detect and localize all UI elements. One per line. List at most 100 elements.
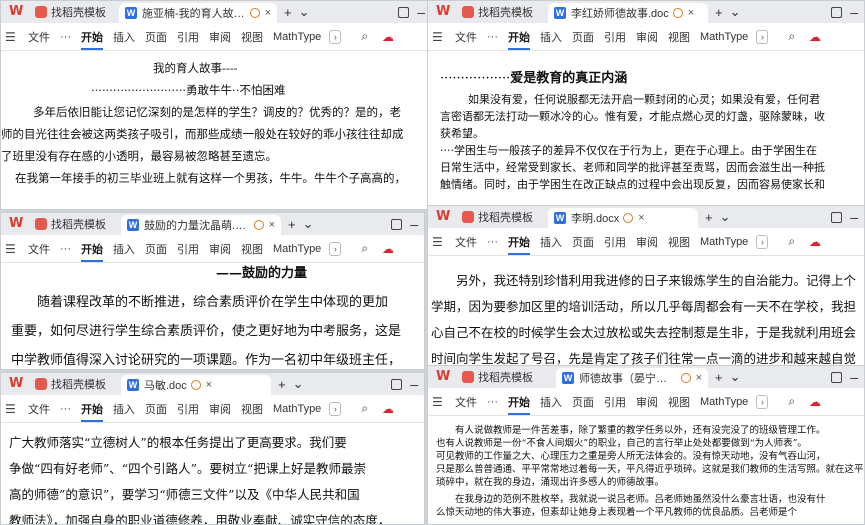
window-mode-icon[interactable]: [831, 6, 843, 18]
close-tab-icon[interactable]: ×: [206, 379, 212, 391]
tab-template[interactable]: 找稻壳模板: [29, 215, 121, 233]
tab-review[interactable]: 审阅: [209, 401, 231, 417]
tab-page[interactable]: 页面: [145, 241, 167, 257]
more-icon[interactable]: ···: [487, 31, 498, 43]
tab-mathtype[interactable]: MathType: [700, 31, 748, 43]
wps-logo-icon[interactable]: W: [436, 5, 452, 19]
tab-document[interactable]: W 马敏.doc ×: [121, 375, 271, 395]
tab-insert[interactable]: 插入: [113, 401, 135, 417]
window-mode-icon[interactable]: [391, 218, 403, 230]
document-page[interactable]: 广大教师落实“立德树人”的根本任务提出了更高要求。我们要 争做“四有好老师”、“…: [1, 424, 424, 524]
tab-home[interactable]: 开始: [508, 394, 530, 415]
tab-view[interactable]: 视图: [668, 29, 690, 45]
chevron-down-icon[interactable]: ⌄: [303, 216, 314, 232]
tab-insert[interactable]: 插入: [113, 241, 135, 257]
search-icon[interactable]: ⌕: [788, 29, 795, 44]
wps-logo-icon[interactable]: W: [436, 370, 452, 384]
cloud-sync-icon[interactable]: ☁: [809, 395, 821, 409]
new-tab-plus-icon[interactable]: +: [284, 5, 292, 20]
more-icon[interactable]: ···: [487, 396, 498, 408]
wps-logo-icon[interactable]: W: [9, 377, 25, 391]
tab-document[interactable]: W 李红娇师德故事.doc ×: [548, 3, 708, 23]
search-icon[interactable]: ⌕: [788, 234, 795, 249]
close-tab-icon[interactable]: ×: [638, 212, 644, 224]
tab-home[interactable]: 开始: [508, 29, 530, 50]
window-mode-icon[interactable]: [391, 378, 403, 390]
minimize-icon[interactable]: –: [410, 216, 418, 232]
tab-template[interactable]: 找稻壳模板: [29, 375, 121, 393]
new-tab-plus-icon[interactable]: +: [715, 5, 723, 20]
search-icon[interactable]: ⌕: [788, 394, 795, 409]
close-tab-icon[interactable]: ×: [269, 219, 275, 231]
wps-logo-icon[interactable]: W: [9, 217, 25, 231]
tab-mathtype[interactable]: MathType: [273, 31, 321, 43]
tab-view[interactable]: 视图: [241, 29, 263, 45]
close-tab-icon[interactable]: ×: [688, 7, 694, 19]
chevron-right-icon[interactable]: ›: [756, 29, 769, 44]
new-tab-plus-icon[interactable]: +: [278, 377, 286, 392]
new-tab-plus-icon[interactable]: +: [715, 370, 723, 385]
tab-home[interactable]: 开始: [508, 234, 530, 255]
tab-document[interactable]: W施亚楠-我的育人故事-...×: [119, 3, 277, 23]
tab-document[interactable]: W 鼓励的力量沈晶萌.docx ×: [121, 215, 281, 235]
menu-icon[interactable]: ☰: [432, 395, 445, 409]
more-icon[interactable]: ···: [487, 236, 498, 248]
menu-icon[interactable]: ☰: [432, 30, 445, 44]
tab-home[interactable]: 开始: [81, 29, 103, 50]
cloud-sync-icon[interactable]: ☁: [382, 30, 394, 44]
tab-review[interactable]: 审阅: [209, 29, 231, 45]
tab-references[interactable]: 引用: [177, 241, 199, 257]
tab-mathtype[interactable]: MathType: [700, 236, 748, 248]
more-icon[interactable]: ···: [60, 243, 71, 255]
tab-insert[interactable]: 插入: [540, 394, 562, 410]
minimize-icon[interactable]: –: [850, 369, 858, 385]
chevron-down-icon[interactable]: ⌄: [293, 376, 304, 392]
chevron-right-icon[interactable]: ›: [329, 241, 342, 256]
window-mode-icon[interactable]: [831, 211, 843, 223]
minimize-icon[interactable]: –: [850, 4, 858, 20]
chevron-right-icon[interactable]: ›: [329, 401, 342, 416]
chevron-down-icon[interactable]: ⌄: [299, 4, 310, 20]
close-tab-icon[interactable]: ×: [696, 372, 702, 384]
chevron-down-icon[interactable]: ⌄: [730, 4, 741, 20]
search-icon[interactable]: ⌕: [361, 401, 368, 416]
tab-page[interactable]: 页面: [145, 29, 167, 45]
tab-view[interactable]: 视图: [241, 241, 263, 257]
tab-mathtype[interactable]: MathType: [273, 243, 321, 255]
tab-references[interactable]: 引用: [177, 401, 199, 417]
tab-review[interactable]: 审阅: [636, 234, 658, 250]
tab-insert[interactable]: 插入: [113, 29, 135, 45]
tab-document[interactable]: W师德故事（晏宁初三）.do...×: [556, 368, 708, 388]
tab-review[interactable]: 审阅: [636, 394, 658, 410]
wps-logo-icon[interactable]: W: [9, 5, 25, 19]
menu-icon[interactable]: ☰: [5, 242, 18, 256]
new-tab-plus-icon[interactable]: +: [288, 217, 296, 232]
search-icon[interactable]: ⌕: [361, 241, 368, 256]
tab-template[interactable]: 找稻壳模板: [456, 3, 548, 21]
tab-references[interactable]: 引用: [604, 234, 626, 250]
tab-insert[interactable]: 插入: [540, 234, 562, 250]
minimize-icon[interactable]: –: [850, 209, 858, 225]
tab-view[interactable]: 视图: [241, 401, 263, 417]
tab-template[interactable]: 找稻壳模板: [29, 3, 119, 21]
tab-document[interactable]: W 李明.docx ×: [548, 208, 698, 228]
close-tab-icon[interactable]: ×: [265, 7, 271, 19]
menu-icon[interactable]: ☰: [5, 30, 18, 44]
tab-references[interactable]: 引用: [604, 394, 626, 410]
more-icon[interactable]: ···: [60, 31, 71, 43]
new-tab-plus-icon[interactable]: +: [705, 210, 713, 225]
menu-file[interactable]: 文件: [28, 401, 50, 417]
tab-page[interactable]: 页面: [572, 394, 594, 410]
menu-file[interactable]: 文件: [455, 394, 477, 410]
menu-icon[interactable]: ☰: [432, 235, 445, 249]
cloud-sync-icon[interactable]: ☁: [809, 30, 821, 44]
tab-page[interactable]: 页面: [145, 401, 167, 417]
tab-insert[interactable]: 插入: [540, 29, 562, 45]
document-page[interactable]: 有人说做教师是一件苦差事，除了繁重的教学任务以外，还有没完没了的班级管理工作。 …: [428, 417, 864, 524]
tab-mathtype[interactable]: MathType: [273, 403, 321, 415]
tab-references[interactable]: 引用: [604, 29, 626, 45]
tab-view[interactable]: 视图: [668, 234, 690, 250]
window-mode-icon[interactable]: [831, 371, 843, 383]
document-page[interactable]: 我的育人故事---- ··························勇敢牛…: [1, 52, 431, 209]
window-mode-icon[interactable]: [398, 6, 410, 18]
